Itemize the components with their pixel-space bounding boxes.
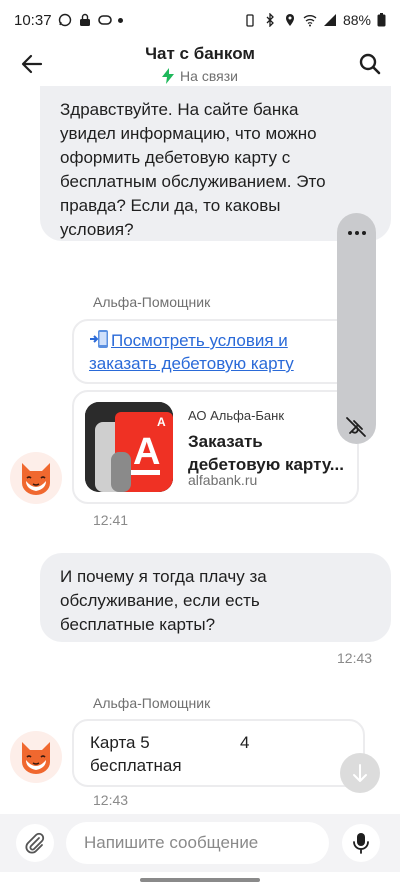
whatsapp-icon xyxy=(58,13,71,27)
message-line: бесплатным обслуживанием. Это xyxy=(60,172,326,191)
user-message: Здравствуйте. На сайте банка увидел инфо… xyxy=(40,86,391,241)
search-icon xyxy=(359,53,381,75)
lightning-icon xyxy=(162,68,175,84)
microphone-icon xyxy=(353,833,369,854)
message-line: Карта 5 xyxy=(90,733,150,752)
notification-dot-icon xyxy=(117,17,123,23)
battery-saver-icon xyxy=(246,14,254,27)
paperclip-icon xyxy=(25,832,45,854)
bot-avatar xyxy=(10,731,62,783)
sender-name: Альфа-Помощник xyxy=(93,695,211,711)
message-line: бесплатные карты? xyxy=(60,615,216,634)
preview-image: A A xyxy=(85,402,173,492)
message-composer xyxy=(0,814,400,872)
status-time: 10:37 xyxy=(14,11,52,29)
battery-icon xyxy=(377,13,386,27)
hide-panel-icon[interactable] xyxy=(344,415,368,439)
bluetooth-icon xyxy=(266,13,274,27)
arrow-down-icon xyxy=(353,764,367,782)
svg-text:A: A xyxy=(133,431,160,473)
svg-text:A: A xyxy=(157,415,166,429)
message-line: правда? Если да, то каковы xyxy=(60,196,281,215)
scroll-down-button[interactable] xyxy=(340,753,380,793)
link-text[interactable]: заказать дебетовую карту xyxy=(89,354,294,373)
microphone-button[interactable] xyxy=(342,824,380,862)
message-line: условия? xyxy=(60,220,134,239)
battery-level: 88% xyxy=(342,12,371,28)
link-message: Посмотреть условия и заказать дебетовую … xyxy=(72,319,364,384)
location-icon xyxy=(285,14,294,26)
preview-title: Заказать дебетовую карту... xyxy=(188,430,353,476)
message-input[interactable] xyxy=(66,822,329,864)
preview-source: АО Альфа-Банк xyxy=(188,408,285,423)
message-line: бесплатная xyxy=(90,756,182,775)
message-line: оформить дебетовую карту с xyxy=(60,148,291,167)
message-line: Здравствуйте. На сайте банка xyxy=(60,100,299,119)
chat-header: Чат с банком На связи xyxy=(0,40,400,90)
floating-side-panel[interactable] xyxy=(337,213,376,444)
bot-message: Карта 5 4 бесплатная xyxy=(72,719,365,787)
message-time: 12:43 xyxy=(337,650,373,666)
preview-domain: alfabank.ru xyxy=(188,472,258,488)
message-line: И почему я тогда плачу за xyxy=(60,567,267,586)
home-indicator[interactable] xyxy=(140,878,260,882)
bot-avatar xyxy=(10,452,62,504)
link-line-2[interactable]: заказать дебетовую карту xyxy=(89,352,348,375)
wifi-icon xyxy=(303,15,317,27)
link-line-1[interactable]: Посмотреть условия и xyxy=(89,329,348,352)
fox-avatar-icon xyxy=(22,742,50,774)
alfa-card-image: A A xyxy=(85,402,173,492)
search-button[interactable] xyxy=(352,46,388,82)
chat-title: Чат с банком xyxy=(145,44,255,63)
user-message: И почему я тогда плачу за обслуживание, … xyxy=(40,553,391,642)
signal-icon xyxy=(323,14,336,26)
fox-avatar-icon xyxy=(22,463,50,495)
more-options-button[interactable] xyxy=(337,221,376,245)
phone-arrow-icon xyxy=(90,330,108,348)
preview-title-line: Заказать xyxy=(188,432,263,451)
online-status: На связи xyxy=(0,68,400,84)
message-time: 12:41 xyxy=(93,512,129,528)
voicemail-icon xyxy=(97,15,112,25)
message-value: 4 xyxy=(240,733,250,752)
message-line: увидел информацию, что можно xyxy=(60,124,317,143)
online-status-text: На связи xyxy=(180,68,238,84)
link-text[interactable]: Посмотреть условия и xyxy=(111,331,288,350)
lock-icon xyxy=(79,13,90,26)
message-time: 12:43 xyxy=(93,792,129,808)
attach-button[interactable] xyxy=(16,824,54,862)
link-preview-card[interactable]: A A АО Альфа-Банк Заказать дебетовую кар… xyxy=(72,390,359,504)
message-line: обслуживание, если есть xyxy=(60,591,260,610)
status-bar: 10:37 88% xyxy=(0,0,400,40)
sender-name: Альфа-Помощник xyxy=(93,294,211,310)
